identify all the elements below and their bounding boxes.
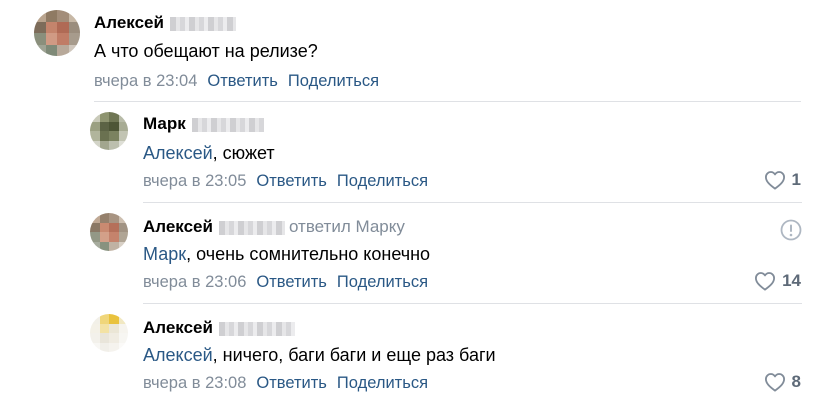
author-line: Алексей ответил Марку — [143, 217, 405, 237]
comment-text: А что обещают на релизе? — [94, 41, 318, 61]
author-line: Марк — [143, 114, 264, 134]
comment: Алексей ответил Марку Марк, очень сомните… — [0, 203, 835, 301]
comment-time[interactable]: вчера в 23:06 — [143, 273, 246, 291]
heart-outline-icon — [764, 373, 785, 392]
share-button[interactable]: Поделиться — [337, 374, 428, 392]
reply-button[interactable]: Ответить — [256, 374, 327, 392]
comment-time[interactable]: вчера в 23:08 — [143, 374, 246, 392]
author-name[interactable]: Марк — [143, 114, 186, 133]
blurred-surname — [218, 321, 295, 336]
reply-button[interactable]: Ответить — [256, 273, 327, 291]
like-button[interactable]: 1 — [764, 170, 801, 190]
avatar[interactable] — [34, 10, 80, 56]
comment: Марк Алексей, сюжет вчера в 23:05 Ответит… — [0, 102, 835, 200]
comment-meta: вчера в 23:08 Ответить Поделиться — [143, 373, 428, 393]
avatar[interactable] — [90, 112, 128, 150]
comment-meta: вчера в 23:06 Ответить Поделиться — [143, 272, 428, 292]
author-name[interactable]: Алексей — [143, 217, 213, 236]
report-button[interactable] — [780, 219, 802, 246]
heart-outline-icon — [764, 171, 785, 190]
author-line: Алексей — [94, 13, 236, 33]
comment-meta: вчера в 23:05 Ответить Поделиться — [143, 171, 428, 191]
author-line: Алексей — [143, 318, 295, 338]
blurred-surname — [191, 117, 264, 132]
blurred-surname — [169, 16, 236, 31]
mention-link[interactable]: Алексей — [143, 143, 213, 163]
comment-time[interactable]: вчера в 23:05 — [143, 172, 246, 190]
reply-button[interactable]: Ответить — [256, 172, 327, 190]
like-count: 8 — [791, 372, 801, 391]
heart-outline-icon — [755, 272, 776, 291]
share-button[interactable]: Поделиться — [337, 172, 428, 190]
share-button[interactable]: Поделиться — [337, 273, 428, 291]
replied-to[interactable]: ответил Марку — [289, 217, 405, 236]
like-count: 1 — [791, 170, 801, 189]
comment: Алексей Алексей, ничего, баги баги и еще… — [0, 304, 835, 400]
like-button[interactable]: 14 — [754, 271, 801, 291]
reply-button[interactable]: Ответить — [207, 72, 278, 90]
share-button[interactable]: Поделиться — [288, 72, 379, 90]
like-button[interactable]: 8 — [764, 372, 801, 392]
exclamation-circle-icon — [780, 219, 802, 241]
comment-text: Алексей, сюжет — [143, 143, 275, 163]
comment-time[interactable]: вчера в 23:04 — [94, 72, 197, 90]
comment: Алексей А что обещают на релизе? вчера в… — [0, 0, 835, 100]
author-name[interactable]: Алексей — [94, 13, 164, 32]
comment-text: Марк, очень сомнительно конечно — [143, 244, 431, 264]
like-count: 14 — [782, 271, 801, 290]
avatar[interactable] — [90, 314, 128, 352]
comments-thread: Алексей А что обещают на релизе? вчера в… — [0, 0, 835, 400]
comment-meta: вчера в 23:04 Ответить Поделиться — [94, 71, 379, 91]
mention-link[interactable]: Марк — [143, 244, 186, 264]
mention-link[interactable]: Алексей — [143, 345, 213, 365]
comment-text: Алексей, ничего, баги баги и еще раз баг… — [143, 345, 496, 365]
avatar[interactable] — [90, 213, 128, 251]
blurred-surname — [218, 220, 285, 235]
author-name[interactable]: Алексей — [143, 318, 213, 337]
